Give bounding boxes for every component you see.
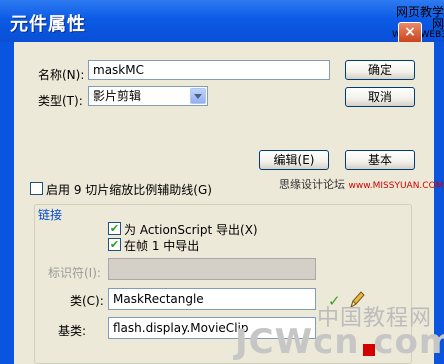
cancel-button[interactable]: 取消 [345, 87, 415, 107]
export-first-frame-label: 在帧 1 中导出 [124, 239, 200, 253]
chevron-down-icon[interactable] [190, 88, 206, 104]
watermark-red-square [363, 344, 375, 356]
base-class-label: 基类: [58, 324, 87, 338]
name-label: 名称(N): [38, 68, 85, 82]
ok-button[interactable]: 确定 [345, 60, 415, 80]
watermark-middle-url: www.MISSYUAN.COM [348, 181, 444, 191]
edit-button[interactable]: 编辑(E) [259, 150, 329, 170]
export-actionscript-label: 为 ActionScript 导出(X) [124, 223, 258, 237]
scale9-label: 启用 9 切片缩放比例辅助线(G) [46, 183, 212, 197]
identifier-label: 标识符(I): [48, 266, 101, 280]
watermark-middle: 思缘设计论坛 www.MISSYUAN.COM [279, 176, 443, 192]
class-label: 类(C): [70, 294, 104, 308]
type-label: 类型(T): [38, 94, 83, 108]
symbol-properties-dialog: 元件属性 网页教学网 WWW.WEB3X.COM × 名称(N): maskMC… [0, 0, 444, 364]
name-input[interactable]: maskMC [88, 60, 330, 80]
type-select-value: 影片剪辑 [93, 89, 142, 103]
watermark-bottom-en: JCWcn.com [235, 322, 444, 362]
watermark-bottom: 中国教程网 JCWcn.com [235, 300, 444, 364]
identifier-input[interactable] [108, 258, 316, 280]
scale9-checkbox[interactable] [30, 182, 43, 195]
export-actionscript-checkbox[interactable]: ✔ [108, 222, 121, 235]
export-first-frame-checkbox[interactable]: ✔ [108, 238, 121, 251]
basic-button[interactable]: 基本 [345, 150, 415, 170]
type-select[interactable]: 影片剪辑 [88, 86, 208, 106]
linkage-group-title: 链接 [36, 206, 65, 223]
title-bar[interactable]: 元件属性 网页教学网 WWW.WEB3X.COM × [0, 0, 444, 44]
close-button[interactable]: × [398, 22, 422, 44]
dialog-title: 元件属性 [10, 14, 86, 35]
watermark-middle-text: 思缘设计论坛 [279, 178, 345, 191]
